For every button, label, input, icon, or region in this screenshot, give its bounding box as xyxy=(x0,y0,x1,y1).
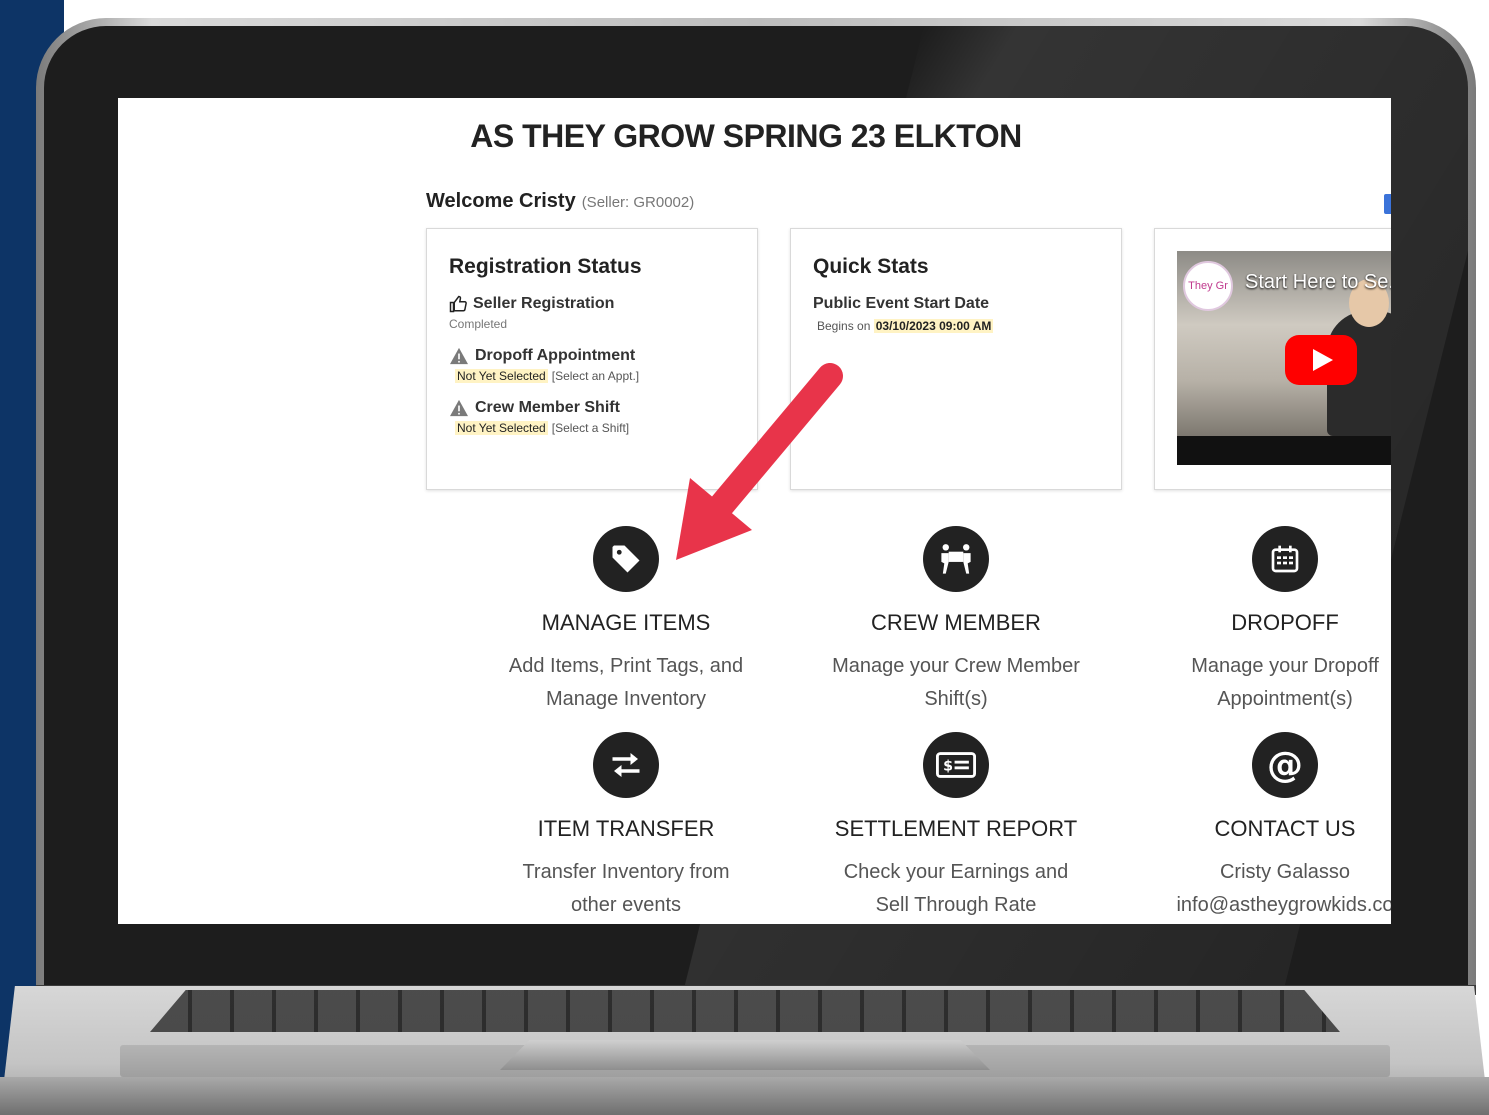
warning-icon xyxy=(450,347,468,365)
tile-description: Transfer Inventory from other events xyxy=(522,861,730,916)
stat-prefix: Begins on xyxy=(817,319,871,333)
tag-icon xyxy=(593,526,659,592)
tile-description: Manage your Crew Member Shift(s) xyxy=(832,655,1080,710)
thumbs-up-icon xyxy=(449,295,467,313)
svg-text:$: $ xyxy=(943,759,953,775)
video-card: They Gr Start Here to Se... xyxy=(1154,228,1391,490)
select-appointment-link[interactable]: [Select an Appt.] xyxy=(552,369,639,383)
tile-title: MANAGE ITEMS xyxy=(541,610,711,635)
edit-button[interactable] xyxy=(1384,194,1391,214)
channel-logo: They Gr xyxy=(1183,261,1233,311)
tile-title: CREW MEMBER xyxy=(871,610,1041,635)
seller-id: (Seller: GR0002) xyxy=(581,194,695,211)
crew-member-shift-item: Crew Member Shift Not Yet Selected [Selec… xyxy=(449,399,629,435)
warning-icon xyxy=(450,399,468,417)
laptop-base-edge xyxy=(0,1077,1489,1115)
item-status: Not Yet Selected xyxy=(455,369,548,383)
item-transfer-tile[interactable]: ITEM TRANSFER Transfer Inventory from oth… xyxy=(461,732,791,922)
page-title: AS THEY GROW SPRING 23 ELKTON xyxy=(470,118,1022,154)
quick-stats-card: Quick Stats Public Event Start Date Begi… xyxy=(790,228,1122,490)
tile-title: SETTLEMENT REPORT xyxy=(834,816,1078,841)
contact-us-tile[interactable]: @ CONTACT US Cristy Galasso info@astheygr… xyxy=(1120,732,1391,922)
card-title: Registration Status xyxy=(449,255,642,278)
calendar-icon xyxy=(1252,526,1318,592)
seller-registration-item: Seller Registration Completed xyxy=(449,295,614,331)
stat-value: Begins on 03/10/2023 09:00 AM xyxy=(817,319,994,333)
tile-title: CONTACT US xyxy=(1214,816,1356,841)
keyboard xyxy=(150,990,1340,1032)
contact-email[interactable]: info@astheygrowkids.co xyxy=(1176,894,1391,916)
video-title: Start Here to Se... xyxy=(1245,271,1391,293)
crew-member-tile[interactable]: CREW MEMBER Manage your Crew Member Shift… xyxy=(791,526,1121,716)
registration-status-card: Registration Status Seller Registration … xyxy=(426,228,758,490)
item-status: Not Yet Selected xyxy=(455,421,548,435)
tile-description: Cristy Galasso info@astheygrowkids.co xyxy=(1120,856,1391,922)
tile-title: DROPOFF xyxy=(1231,610,1339,635)
start-date: 03/10/2023 09:00 AM xyxy=(873,319,994,333)
settlement-report-tile[interactable]: $ SETTLEMENT REPORT Check your Earnings … xyxy=(791,732,1121,922)
welcome-text: Welcome Cristy (Seller: GR0002) xyxy=(426,190,694,213)
item-label: Crew Member Shift xyxy=(475,399,620,416)
tile-title: ITEM TRANSFER xyxy=(537,816,715,841)
screen: AS THEY GROW SPRING 23 ELKTON Welcome Cr… xyxy=(118,98,1391,924)
manage-items-tile[interactable]: MANAGE ITEMS Add Items, Print Tags, and M… xyxy=(461,526,791,716)
dropoff-appointment-item: Dropoff Appointment Not Yet Selected [Sel… xyxy=(449,347,639,383)
trackpad xyxy=(500,1040,990,1070)
welcome-greeting: Welcome Cristy xyxy=(426,190,576,212)
item-label: Seller Registration xyxy=(473,295,615,312)
tile-description: Add Items, Print Tags, and Manage Invento… xyxy=(508,655,744,710)
crew-icon xyxy=(923,526,989,592)
money-icon: $ xyxy=(923,732,989,798)
item-label: Dropoff Appointment xyxy=(475,347,636,364)
tile-description: Manage your Dropoff Appointment(s) xyxy=(1191,655,1379,710)
transfer-icon xyxy=(593,732,659,798)
at-icon: @ xyxy=(1252,732,1318,798)
card-title: Quick Stats xyxy=(813,255,929,278)
play-icon[interactable] xyxy=(1285,335,1357,385)
video-player[interactable]: They Gr Start Here to Se... xyxy=(1177,251,1391,465)
stat-label: Public Event Start Date xyxy=(813,295,990,312)
select-shift-link[interactable]: [Select a Shift] xyxy=(552,421,629,435)
dropoff-tile[interactable]: DROPOFF Manage your Dropoff Appointment(s… xyxy=(1120,526,1391,716)
tile-description: Check your Earnings and Sell Through Rate xyxy=(843,861,1069,916)
item-status: Completed xyxy=(449,317,508,331)
